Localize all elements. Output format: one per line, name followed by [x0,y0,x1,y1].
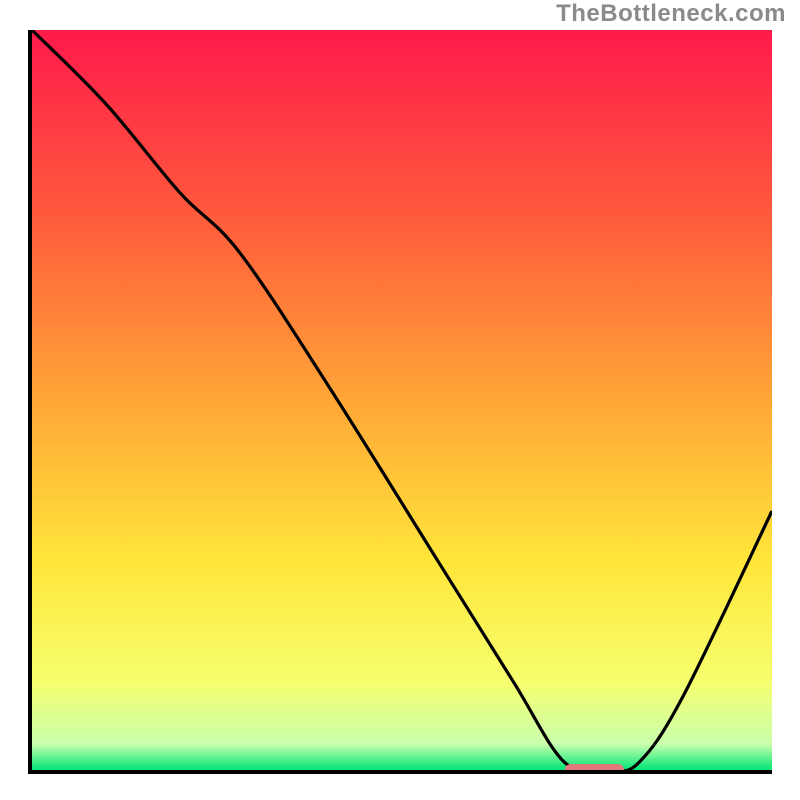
gradient-background [32,30,772,770]
watermark-text: TheBottleneck.com [556,0,786,28]
plot-svg [32,30,772,770]
chart-container: TheBottleneck.com [0,0,800,800]
optimal-marker [565,764,624,770]
